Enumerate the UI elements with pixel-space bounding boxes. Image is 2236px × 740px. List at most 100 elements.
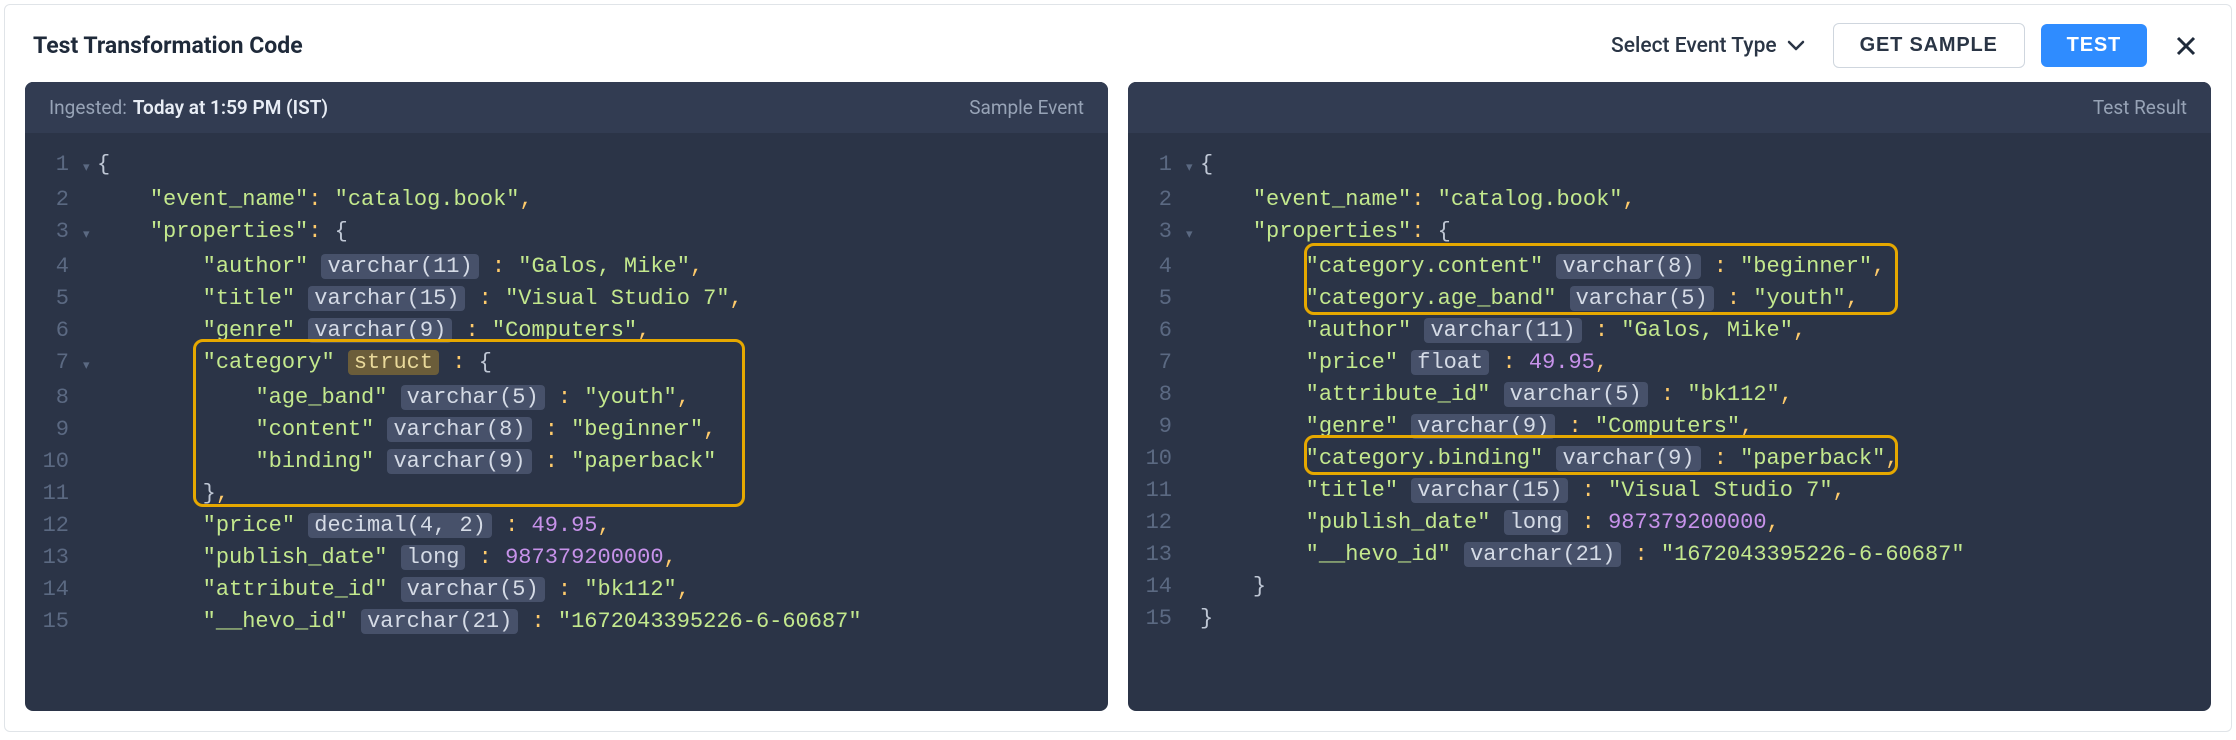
code-line: 14 "attribute_id" varchar(5) : "bk112", <box>25 574 1108 606</box>
fold-toggle-icon <box>1186 443 1200 446</box>
fold-toggle-icon[interactable]: ▾ <box>83 347 97 382</box>
code-line: 6 "genre" varchar(9) : "Computers", <box>25 315 1108 347</box>
panels-container: Ingested: Today at 1:59 PM (IST) Sample … <box>5 82 2231 731</box>
code-content: "category" struct : { <box>97 347 1108 379</box>
code-content: { <box>1200 149 2211 181</box>
fold-toggle-icon <box>83 184 97 187</box>
fold-toggle-icon[interactable]: ▾ <box>1186 216 1200 251</box>
code-line: 8 "age_band" varchar(5) : "youth", <box>25 382 1108 414</box>
chevron-down-icon <box>1787 34 1805 58</box>
line-number: 7 <box>1128 347 1186 379</box>
line-number: 1 <box>1128 149 1186 181</box>
code-content: } <box>1200 571 2211 603</box>
code-line: 5 "category.age_band" varchar(5) : "yout… <box>1128 283 2211 315</box>
sample-event-header: Ingested: Today at 1:59 PM (IST) Sample … <box>25 82 1108 133</box>
code-content: "category.content" varchar(8) : "beginne… <box>1200 251 2211 283</box>
code-line: 13 "__hevo_id" varchar(21) : "1672043395… <box>1128 539 2211 571</box>
fold-toggle-icon <box>1186 411 1200 414</box>
fold-toggle-icon <box>1186 539 1200 542</box>
code-line: 5 "title" varchar(15) : "Visual Studio 7… <box>25 283 1108 315</box>
code-content: "event_name": "catalog.book", <box>97 184 1108 216</box>
ingested-label: Ingested: <box>49 96 127 119</box>
line-number: 11 <box>25 478 83 510</box>
code-line: 3▾ "properties": { <box>25 216 1108 251</box>
line-number: 1 <box>25 149 83 181</box>
line-number: 4 <box>1128 251 1186 283</box>
code-content: "price" decimal(4, 2) : 49.95, <box>97 510 1108 542</box>
fold-toggle-icon <box>1186 379 1200 382</box>
code-content: }, <box>97 478 1108 510</box>
code-content: "properties": { <box>1200 216 2211 248</box>
fold-toggle-icon <box>83 283 97 286</box>
close-icon[interactable] <box>2169 29 2203 63</box>
code-line: 9 "content" varchar(8) : "beginner", <box>25 414 1108 446</box>
test-button[interactable]: TEST <box>2041 24 2147 67</box>
test-transformation-window: Test Transformation Code Select Event Ty… <box>4 4 2232 732</box>
fold-toggle-icon <box>83 606 97 609</box>
fold-toggle-icon <box>83 382 97 385</box>
code-line: 10 "category.binding" varchar(9) : "pape… <box>1128 443 2211 475</box>
code-line: 6 "author" varchar(11) : "Galos, Mike", <box>1128 315 2211 347</box>
fold-toggle-icon <box>83 510 97 513</box>
fold-toggle-icon <box>1186 315 1200 318</box>
code-line: 8 "attribute_id" varchar(5) : "bk112", <box>1128 379 2211 411</box>
select-event-type-label: Select Event Type <box>1611 34 1777 58</box>
test-result-label: Test Result <box>2093 96 2187 119</box>
code-content: "author" varchar(11) : "Galos, Mike", <box>97 251 1108 283</box>
code-line: 11 "title" varchar(15) : "Visual Studio … <box>1128 475 2211 507</box>
fold-toggle-icon <box>1186 283 1200 286</box>
code-content: "__hevo_id" varchar(21) : "1672043395226… <box>1200 539 2211 571</box>
code-content: "genre" varchar(9) : "Computers", <box>97 315 1108 347</box>
ingested-time: Today at 1:59 PM (IST) <box>133 96 328 119</box>
code-line: 2 "event_name": "catalog.book", <box>25 184 1108 216</box>
line-number: 9 <box>1128 411 1186 443</box>
line-number: 4 <box>25 251 83 283</box>
line-number: 8 <box>1128 379 1186 411</box>
get-sample-button[interactable]: GET SAMPLE <box>1833 23 2025 68</box>
code-line: 10 "binding" varchar(9) : "paperback" <box>25 446 1108 478</box>
line-number: 8 <box>25 382 83 414</box>
line-number: 9 <box>25 414 83 446</box>
code-content: "content" varchar(8) : "beginner", <box>97 414 1108 446</box>
line-number: 2 <box>1128 184 1186 216</box>
code-content: "attribute_id" varchar(5) : "bk112", <box>97 574 1108 606</box>
code-line: 7 "price" float : 49.95, <box>1128 347 2211 379</box>
line-number: 12 <box>1128 507 1186 539</box>
line-number: 6 <box>25 315 83 347</box>
line-number: 5 <box>25 283 83 315</box>
test-result-code[interactable]: 1▾{2 "event_name": "catalog.book",3▾ "pr… <box>1128 133 2211 711</box>
code-content: "publish_date" long : 987379200000, <box>97 542 1108 574</box>
code-content: "title" varchar(15) : "Visual Studio 7", <box>1200 475 2211 507</box>
code-line: 4 "author" varchar(11) : "Galos, Mike", <box>25 251 1108 283</box>
fold-toggle-icon <box>83 315 97 318</box>
code-content: "attribute_id" varchar(5) : "bk112", <box>1200 379 2211 411</box>
code-line: 12 "publish_date" long : 987379200000, <box>1128 507 2211 539</box>
fold-toggle-icon <box>1186 475 1200 478</box>
line-number: 5 <box>1128 283 1186 315</box>
fold-toggle-icon <box>1186 603 1200 606</box>
line-number: 13 <box>1128 539 1186 571</box>
line-number: 15 <box>25 606 83 638</box>
fold-toggle-icon <box>1186 571 1200 574</box>
code-line: 1▾{ <box>25 149 1108 184</box>
code-content: "category.binding" varchar(9) : "paperba… <box>1200 443 2211 475</box>
fold-toggle-icon <box>83 574 97 577</box>
sample-event-code[interactable]: 1▾{2 "event_name": "catalog.book",3▾ "pr… <box>25 133 1108 711</box>
fold-toggle-icon <box>1186 347 1200 350</box>
code-content: "author" varchar(11) : "Galos, Mike", <box>1200 315 2211 347</box>
code-content: { <box>97 149 1108 181</box>
fold-toggle-icon <box>83 414 97 417</box>
header-bar: Test Transformation Code Select Event Ty… <box>5 5 2231 82</box>
fold-toggle-icon[interactable]: ▾ <box>83 216 97 251</box>
line-number: 11 <box>1128 475 1186 507</box>
code-content: "genre" varchar(9) : "Computers", <box>1200 411 2211 443</box>
code-line: 4 "category.content" varchar(8) : "begin… <box>1128 251 2211 283</box>
line-number: 14 <box>25 574 83 606</box>
code-line: 15} <box>1128 603 2211 635</box>
fold-toggle-icon[interactable]: ▾ <box>1186 149 1200 184</box>
fold-toggle-icon <box>83 542 97 545</box>
code-content: "title" varchar(15) : "Visual Studio 7", <box>97 283 1108 315</box>
fold-toggle-icon[interactable]: ▾ <box>83 149 97 184</box>
code-line: 2 "event_name": "catalog.book", <box>1128 184 2211 216</box>
select-event-type-dropdown[interactable]: Select Event Type <box>1611 34 1805 58</box>
